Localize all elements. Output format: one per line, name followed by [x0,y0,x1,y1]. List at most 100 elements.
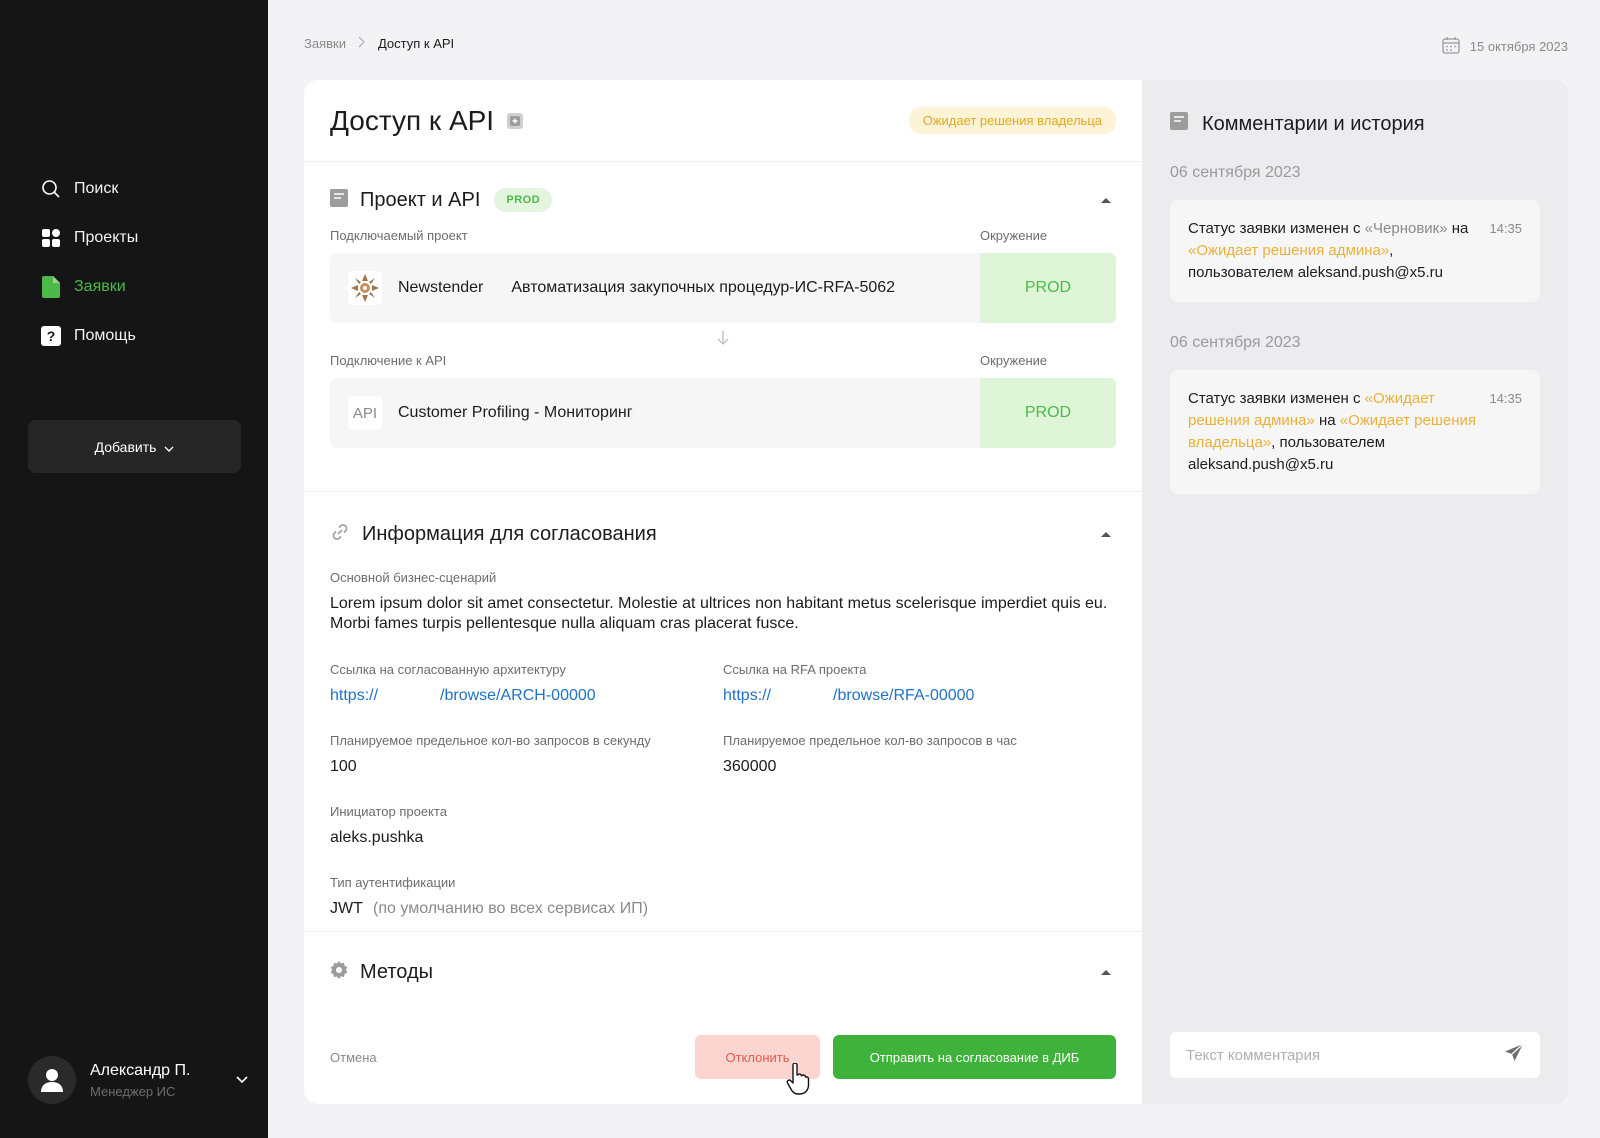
document-icon [330,188,348,212]
history-mid: на [1314,412,1340,429]
sidebar-item-label: Помощь [74,326,136,344]
copy-icon[interactable] [506,105,524,137]
env-label: Окружение [980,228,1048,243]
send-icon[interactable] [1504,1043,1524,1068]
page-title: Доступ к API [330,105,524,137]
project-name: Newstender [398,279,484,296]
sidebar-item-label: Проекты [74,228,139,246]
auth-note: (по умолчанию во всех сервисах ИП) [373,900,649,917]
user-icon [41,1069,63,1092]
collapse-icon[interactable] [1096,190,1116,210]
comment-icon [1170,112,1188,136]
section-header: Методы [330,952,1116,992]
history-entry: Статус заявки изменен с «Черновик» на «О… [1170,200,1540,302]
api-row[interactable]: API Customer Profiling - Мониторинг PROD [330,378,1116,448]
action-bar: Отмена Отклонить Отправить на согласован… [330,1034,1116,1080]
field-label: Планируемое предельное кол-во запросов в… [330,733,651,748]
add-button-label: Добавить [94,438,157,455]
sidebar-item-requests[interactable]: Заявки [40,262,138,311]
chevron-down-icon[interactable] [236,1071,248,1089]
section-title: Методы [360,960,434,983]
env-label: Окружение [980,353,1048,368]
api-info: API Customer Profiling - Мониторинг [330,378,980,448]
history-time: 14:35 [1489,391,1522,406]
svg-text:?: ? [47,328,56,344]
page-title-text: Доступ к API [330,104,495,136]
history-mid: на [1447,220,1469,237]
sidebar-item-projects[interactable]: Проекты [40,213,138,262]
env-tag: PROD [494,188,553,212]
send-approval-button[interactable]: Отправить на согласование в ДИБ [833,1035,1116,1079]
approval-section: Информация для согласования Основной биз… [304,492,1142,932]
api-name: Customer Profiling - Мониторинг [398,404,633,421]
api-badge: API [348,396,382,430]
field-label: Основной бизнес-сценарий [330,570,497,585]
comments-panel: Комментарии и история 06 сентября 2023 С… [1142,80,1568,1104]
limits-row: Планируемое предельное кол-во запросов в… [330,733,1116,804]
search-icon [40,178,62,200]
project-api-section: Проект и API PROD Подключаемый проект Ок… [304,162,1142,492]
history-prefix: Статус заявки изменен с [1188,390,1365,407]
document-icon [40,275,62,298]
project-label: Подключаемый проект [330,228,468,243]
history-from: «Черновик» [1364,220,1448,237]
link-part: https:// [723,687,772,704]
breadcrumb: Заявки Доступ к API [304,36,454,51]
comment-date: 06 сентября 2023 [1170,334,1301,351]
user-menu[interactable]: Александр П. Менеджер ИС [28,1055,248,1105]
field-label: Планируемое предельное кол-во запросов в… [723,733,1017,748]
sidebar-item-search[interactable]: Поиск [40,164,138,213]
date-text: 15 октября 2023 [1469,39,1568,54]
history-to: «Ожидает решения админа» [1188,242,1390,259]
api-labels: Подключение к API Окружение [330,353,1116,368]
comment-date: 06 сентября 2023 [1170,164,1301,181]
rfa-link[interactable]: https:// /browse/RFA-00000 [723,687,1116,705]
user-role: Менеджер ИС [90,1083,176,1099]
section-title: Проект и API [360,188,481,211]
sidebar-item-help[interactable]: ? Помощь [40,311,138,360]
rph-field: Планируемое предельное кол-во запросов в… [723,733,1116,776]
section-header: Проект и API PROD [330,180,1116,220]
field-label: Инициатор проекта [330,804,447,819]
project-labels: Подключаемый проект Окружение [330,228,1116,243]
sidebar: Поиск Проекты Заявки ? Помощь Добавить А… [0,0,268,1138]
project-row[interactable]: Newstender Автоматизация закупочных проц… [330,253,1116,323]
arch-link[interactable]: https:// /browse/ARCH-00000 [330,687,723,705]
chevron-right-icon [358,36,366,51]
breadcrumb-parent[interactable]: Заявки [304,36,346,51]
collapse-icon[interactable] [1096,524,1116,544]
history-text: Статус заявки изменен с «Черновик» на «О… [1188,218,1478,284]
collapse-icon[interactable] [1096,962,1116,982]
rps-value: 100 [330,758,357,775]
section-title: Информация для согласования [362,522,657,545]
breadcrumb-current: Доступ к API [377,36,455,51]
auth-type: JWT [330,900,363,917]
links-row: Ссылка на согласованную архитектуру http… [330,662,1116,733]
rps-field: Планируемое предельное кол-во запросов в… [330,733,723,776]
user-name: Александр П. [90,1061,191,1079]
history-entry: Статус заявки изменен с «Ожидает решения… [1170,370,1540,494]
comments-title-text: Комментарии и история [1202,112,1425,135]
field-label: Ссылка на согласованную архитектуру [330,662,566,677]
project-logo [348,271,382,305]
request-card: Доступ к API Ожидает решения владельца П… [304,80,1142,1104]
link-part: /browse/ARCH-00000 [440,687,596,704]
avatar [28,1056,76,1104]
project-info: Newstender Автоматизация закупочных проц… [330,253,980,323]
history-text: Статус заявки изменен с «Ожидает решения… [1188,388,1478,476]
comment-input-box [1170,1032,1540,1078]
calendar-icon [1442,36,1460,57]
sidebar-item-label: Заявки [74,277,126,295]
add-button[interactable]: Добавить [28,420,241,473]
cancel-button[interactable]: Отмена [330,1050,377,1065]
initiator-value: aleks.pushka [330,829,424,846]
rph-value: 360000 [723,758,777,775]
link-part: https:// [330,687,379,704]
link-part: /browse/RFA-00000 [833,687,975,704]
comment-input[interactable] [1186,1046,1504,1064]
arch-field: Ссылка на согласованную архитектуру http… [330,662,723,705]
status-badge: Ожидает решения владельца [908,107,1116,134]
rfa-field: Ссылка на RFA проекта https:// /browse/R… [723,662,1116,705]
hand-cursor-icon [785,1062,811,1100]
section-header: Информация для согласования [330,514,1116,554]
